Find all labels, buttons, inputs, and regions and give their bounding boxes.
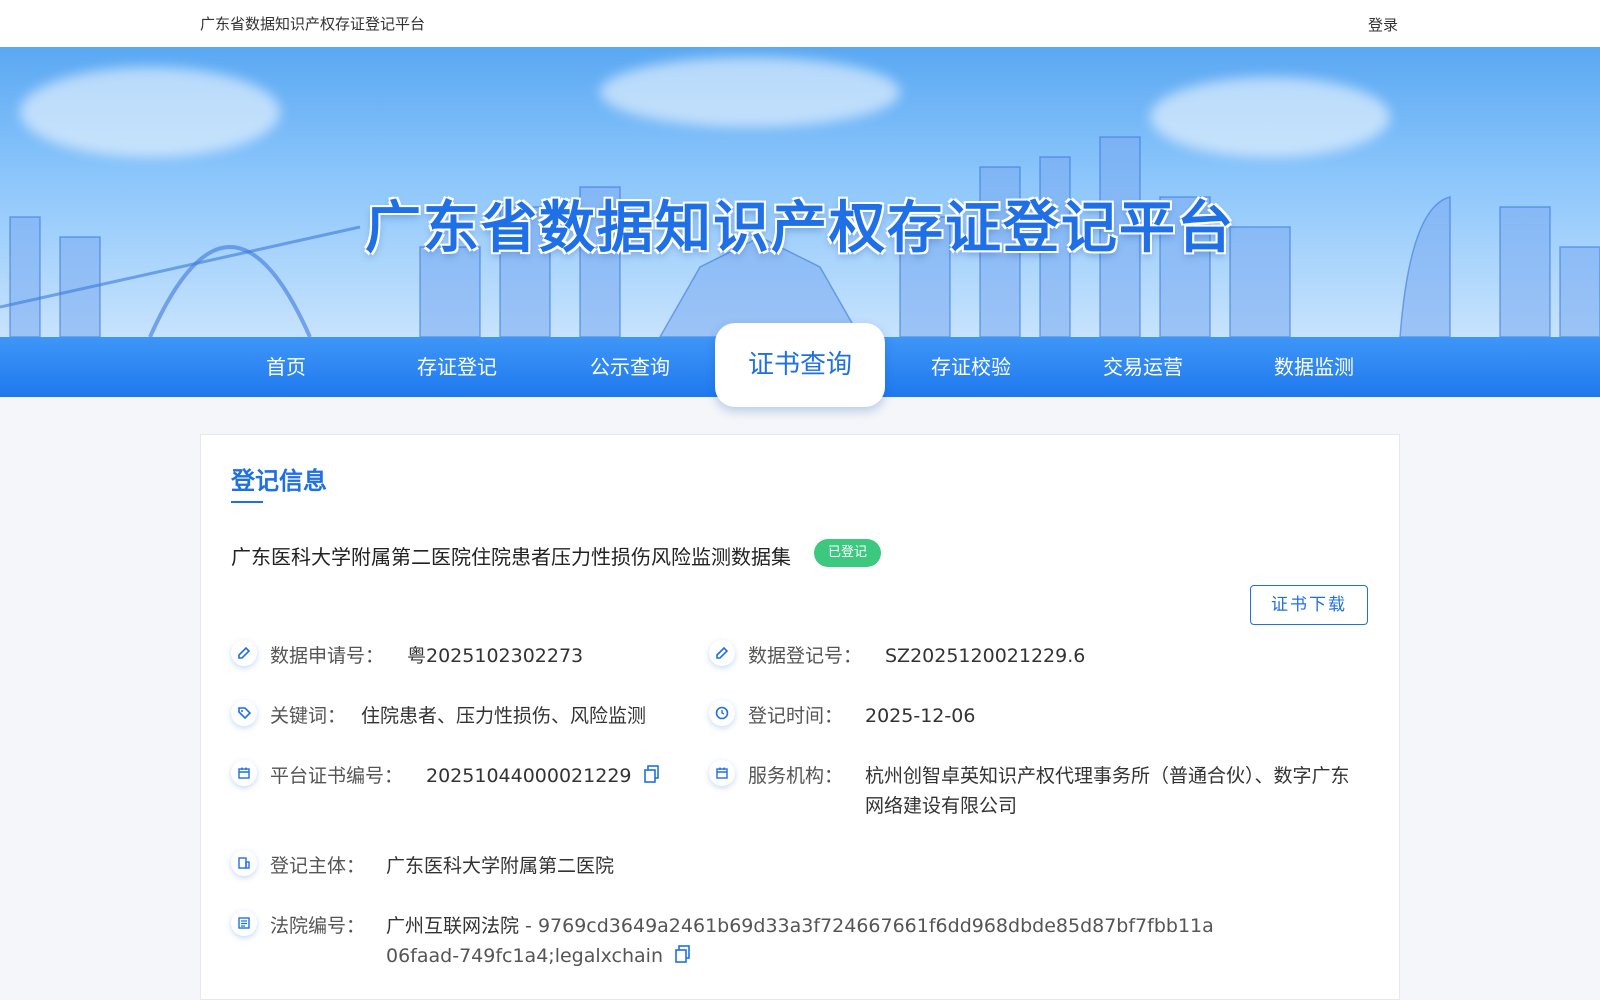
- field-court-no: 法院编号： 广州互联网法院 - 9769cd3649a2461b69d33a3f…: [231, 910, 1361, 970]
- field-label: 登记时间：: [748, 705, 844, 727]
- court-name: 广州互联网法院: [386, 915, 520, 937]
- certificate-no-text: 20251044000021229: [426, 765, 632, 787]
- nav-item-certificate-query[interactable]: 证书查询: [715, 323, 885, 407]
- field-value: 广东医科大学附属第二医院: [386, 855, 615, 877]
- copy-icon[interactable]: [675, 942, 691, 972]
- field-certificate-no: 平台证书编号： 20251044000021229: [231, 760, 671, 790]
- field-value: 杭州创智卓英知识产权代理事务所（普通合伙）、数字广东网络建设有限公司: [865, 765, 1350, 817]
- banner-title: 广东省数据知识产权存证登记平台: [365, 196, 1235, 261]
- status-badge: 已登记: [814, 539, 882, 567]
- field-service-agency: 服务机构： 杭州创智卓英知识产权代理事务所（普通合伙）、数字广东网络建设有限公司: [709, 760, 1359, 820]
- field-value: 2025-12-06: [865, 705, 976, 727]
- edit-icon: [231, 640, 257, 666]
- tag-icon: [231, 700, 257, 726]
- calendar-icon: [231, 760, 257, 786]
- building-icon: [231, 850, 257, 876]
- field-label: 平台证书编号：: [270, 765, 404, 787]
- field-value: 粤2025102302273: [407, 645, 584, 667]
- site-name: 广东省数据知识产权存证登记平台: [200, 15, 426, 33]
- field-label: 关键词：: [270, 705, 347, 727]
- field-label: 数据申请号：: [270, 645, 385, 667]
- top-bar: 广东省数据知识产权存证登记平台 登录: [0, 0, 1600, 47]
- clock-icon: [709, 700, 735, 726]
- field-value: SZ2025120021229.6: [885, 645, 1086, 667]
- copy-icon[interactable]: [643, 762, 660, 792]
- nav-item-trading[interactable]: 交易运营: [1078, 337, 1208, 397]
- field-label: 法院编号：: [270, 915, 366, 937]
- login-link[interactable]: 登录: [1368, 14, 1398, 35]
- field-application-no: 数据申请号： 粤2025102302273: [231, 640, 671, 670]
- section-title: 登记信息: [231, 467, 327, 495]
- field-registrant: 登记主体： 广东医科大学附属第二医院: [231, 850, 831, 880]
- nav-item-monitoring[interactable]: 数据监测: [1249, 337, 1379, 397]
- field-registration-time: 登记时间： 2025-12-06: [709, 700, 1309, 730]
- nav-item-verify[interactable]: 存证校验: [906, 337, 1036, 397]
- nav-item-home[interactable]: 首页: [221, 337, 351, 397]
- calendar-icon: [709, 760, 735, 786]
- hero-banner: 广东省数据知识产权存证登记平台: [0, 47, 1600, 337]
- nav-item-register[interactable]: 存证登记: [392, 337, 522, 397]
- field-registration-no: 数据登记号： SZ2025120021229.6: [709, 640, 1309, 670]
- registration-card: 登记信息 广东医科大学附属第二医院住院患者压力性损伤风险监测数据集 已登记 证书…: [200, 434, 1400, 1000]
- field-value: 住院患者、压力性损伤、风险监测: [361, 705, 647, 727]
- field-label: 数据登记号：: [748, 645, 863, 667]
- field-value: 广州互联网法院 - 9769cd3649a2461b69d33a3f724667…: [386, 911, 1216, 972]
- field-value: 20251044000021229: [426, 761, 660, 792]
- edit-icon: [709, 640, 735, 666]
- field-keywords: 关键词： 住院患者、压力性损伤、风险监测: [231, 700, 671, 730]
- certificate-download-button[interactable]: 证书下载: [1250, 585, 1368, 625]
- main-nav: 首页 存证登记 公示查询 证书查询 存证校验 交易运营 数据监测: [0, 323, 1600, 407]
- nav-item-public-query[interactable]: 公示查询: [565, 337, 695, 397]
- field-label: 服务机构：: [748, 765, 844, 787]
- section-underline: [231, 501, 263, 503]
- dataset-name: 广东医科大学附属第二医院住院患者压力性损伤风险监测数据集: [231, 545, 791, 569]
- list-icon: [231, 910, 257, 936]
- field-label: 登记主体：: [270, 855, 366, 877]
